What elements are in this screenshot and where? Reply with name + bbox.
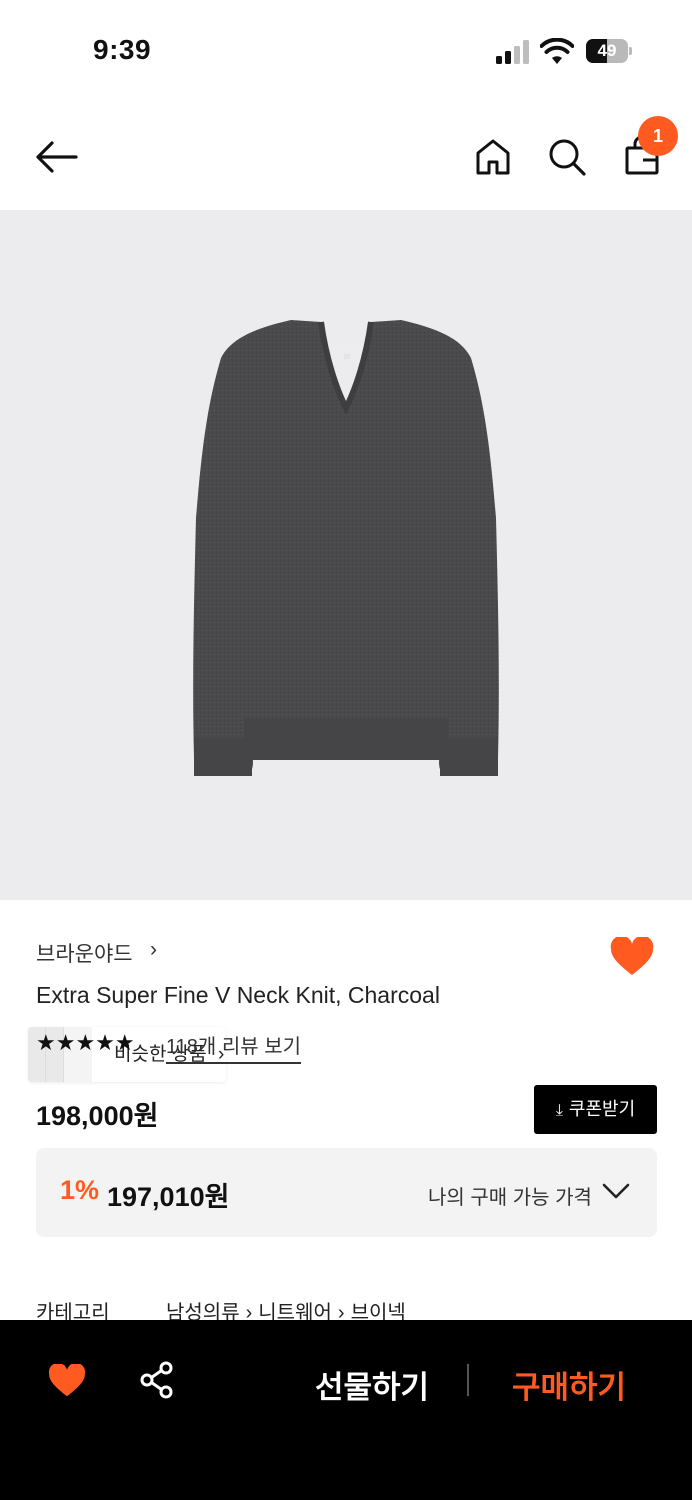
search-icon[interactable] xyxy=(548,138,586,176)
buy-button[interactable]: 구매하기 xyxy=(512,1362,626,1407)
battery-percent: 49 xyxy=(597,41,617,60)
status-time: 9:39 xyxy=(93,34,152,65)
my-price-value: 197,010원 xyxy=(107,1182,230,1212)
like-heart-icon[interactable] xyxy=(48,1364,86,1398)
reviews-link[interactable]: 118개 리뷰 보기 xyxy=(166,1030,301,1064)
product-price: 198,000원 xyxy=(36,1101,159,1131)
product-name: Extra Super Fine V Neck Knit, Charcoal xyxy=(36,982,440,1008)
bottom-action-bar: 선물하기 구매하기 xyxy=(0,1320,692,1500)
signal-icon xyxy=(496,40,529,64)
sweater-image xyxy=(193,320,499,776)
my-price-label: 나의 구매 가능 가격 xyxy=(428,1187,592,1209)
coupon-button[interactable]: ⤓ 쿠폰받기 xyxy=(534,1085,657,1134)
coupon-label: 쿠폰받기 xyxy=(568,1099,636,1119)
chevron-right-icon: › xyxy=(150,938,157,961)
cart-count-badge: 1 xyxy=(638,116,678,156)
share-icon[interactable] xyxy=(139,1361,175,1399)
discount-percent: 1% xyxy=(60,1175,100,1205)
download-icon: ⤓ xyxy=(555,1102,563,1119)
rating-stars: ★★★★★ xyxy=(36,1030,135,1055)
gift-button[interactable]: 선물하기 xyxy=(315,1362,429,1407)
back-arrow-icon[interactable] xyxy=(34,140,78,174)
home-icon[interactable] xyxy=(475,138,511,176)
battery-icon: 49 xyxy=(586,39,632,63)
divider xyxy=(467,1364,469,1396)
top-nav xyxy=(0,100,692,210)
my-price-dropdown[interactable]: 1% 197,010원 나의 구매 가능 가격 xyxy=(36,1148,657,1237)
product-image[interactable]: 비슷한 상품 › xyxy=(0,210,692,1082)
brand-link[interactable]: 브라운야드 xyxy=(36,938,133,968)
wifi-icon xyxy=(540,38,574,64)
favorite-heart-icon[interactable] xyxy=(610,937,654,977)
status-bar: 9:39 49 xyxy=(0,0,692,100)
chevron-down-icon xyxy=(602,1183,630,1199)
